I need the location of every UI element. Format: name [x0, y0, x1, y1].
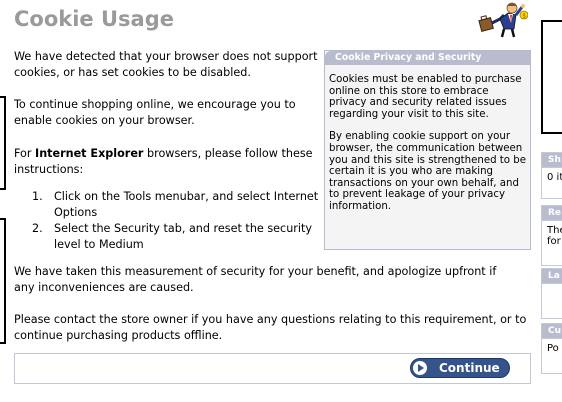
step-text: Select the Security tab, and reset the s…: [54, 222, 313, 251]
shopping-cart-box: Sh 0 it: [541, 152, 562, 199]
currencies-heading[interactable]: Cu: [541, 323, 562, 339]
shopping-cart-heading[interactable]: Sh: [541, 152, 562, 168]
ie-prefix: For: [14, 147, 36, 160]
languages-box: La: [541, 268, 562, 319]
page-title: Cookie Usage: [14, 7, 174, 31]
reviews-heading[interactable]: Re: [541, 205, 562, 221]
ie-browser-name: Internet Explorer: [35, 147, 144, 160]
step-number: 2.: [32, 222, 43, 235]
reviews-body: The for: [541, 221, 562, 266]
list-item: 2. Select the Security tab, and reset th…: [32, 221, 324, 253]
play-arrow-icon: [413, 361, 427, 375]
languages-body: [541, 284, 562, 319]
shopping-cart-body: 0 it: [541, 168, 562, 199]
encourage-text: To continue shopping online, we encourag…: [14, 98, 296, 127]
cookie-privacy-text-1: Cookies must be enabled to purchase onli…: [329, 74, 522, 120]
step-text: Click on the Tools menubar, and select I…: [54, 190, 319, 219]
measurement-text: We have taken this measurement of securi…: [14, 265, 497, 294]
list-item: 1. Click on the Tools menubar, and selec…: [32, 189, 324, 221]
step-number: 1.: [32, 190, 43, 203]
currencies-box: Cu Po: [541, 323, 562, 374]
left-box-fragment-top: [0, 96, 6, 190]
intro-text: We have detected that your browser does …: [14, 50, 318, 79]
continue-button[interactable]: Continue: [410, 358, 510, 378]
instruction-steps: 1. Click on the Tools menubar, and selec…: [32, 189, 324, 253]
contact-text: Please contact the store owner if you ha…: [14, 313, 527, 342]
continue-label: Continue: [439, 361, 500, 375]
currencies-select[interactable]: Po: [541, 339, 562, 374]
svg-text:$: $: [522, 13, 526, 20]
cookie-privacy-box: Cookie Privacy and Security Cookies must…: [324, 50, 531, 250]
cookie-privacy-heading: Cookie Privacy and Security: [325, 51, 530, 65]
languages-heading[interactable]: La: [541, 268, 562, 284]
ie-instructions-text: For Internet Explorer browsers, please f…: [14, 146, 326, 178]
reviews-box: Re The for: [541, 205, 562, 266]
left-box-fragment-bottom: [0, 218, 6, 344]
shopping-man-icon: $: [478, 2, 528, 38]
right-box-frame: [541, 20, 562, 134]
cookie-privacy-text-2: By enabling cookie support on your brows…: [329, 131, 527, 212]
